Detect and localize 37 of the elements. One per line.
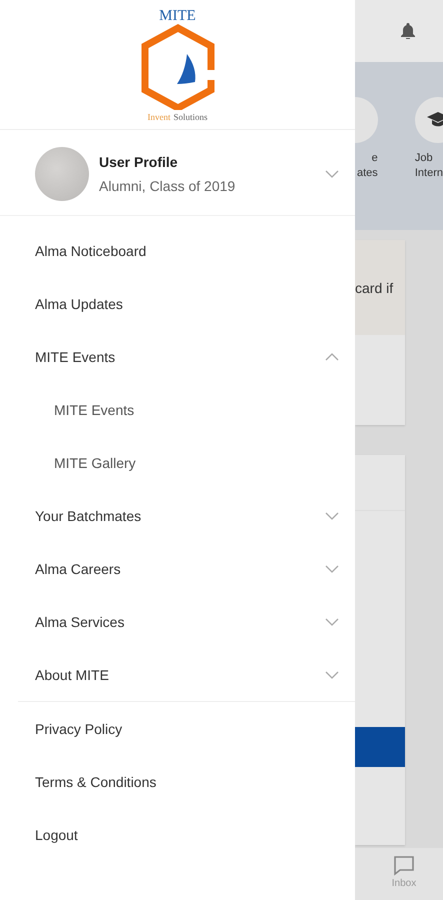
menu-item[interactable]: Privacy Policy <box>0 702 355 755</box>
menu-item[interactable]: About MITE <box>0 648 355 701</box>
logo-tagline: Solutions <box>173 112 208 122</box>
menu-item[interactable]: MITE Events <box>0 330 355 383</box>
submenu-item[interactable]: MITE Gallery <box>0 436 355 489</box>
menu-item[interactable]: Alma Updates <box>0 277 355 330</box>
chevron-down-icon <box>325 618 339 626</box>
logo-icon <box>138 24 216 110</box>
nav-label: Inbox <box>392 878 416 889</box>
shortcut-label: Job <box>414 151 433 166</box>
bell-icon[interactable] <box>401 23 415 39</box>
shortcut[interactable]: Job Intern <box>414 97 443 230</box>
card-text: card if <box>355 280 394 296</box>
logo-tagline: Invent <box>147 112 170 122</box>
shortcut-label: ates <box>357 166 378 181</box>
menu-item[interactable]: Alma Services <box>0 595 355 648</box>
shortcut[interactable]: e ates <box>357 97 378 230</box>
shortcut-label: e <box>372 151 378 166</box>
profile-name: User Profile <box>99 154 179 170</box>
profile-subtitle: Alumni, Class of 2019 <box>99 178 236 194</box>
menu-item[interactable]: Terms & Conditions <box>0 755 355 808</box>
menu-item[interactable]: Your Batchmates <box>0 489 355 542</box>
menu-item[interactable]: Alma Careers <box>0 542 355 595</box>
menu-item[interactable]: Logout <box>0 808 355 861</box>
avatar <box>35 147 89 201</box>
chevron-down-icon <box>325 564 339 572</box>
profile-header[interactable]: User Profile Alumni, Class of 2019 <box>0 130 355 216</box>
graduation-cap-icon <box>426 112 443 128</box>
submenu-item[interactable]: MITE Events <box>0 383 355 436</box>
menu-item[interactable]: Alma Noticeboard <box>0 224 355 277</box>
chevron-up-icon <box>325 352 339 360</box>
chevron-down-icon <box>325 670 339 678</box>
chevron-down-icon <box>325 512 339 520</box>
shortcut-label: Intern <box>414 166 443 181</box>
logo-title: MITE <box>159 8 196 24</box>
chat-bubble-icon[interactable] <box>392 854 416 878</box>
chevron-down-icon <box>325 170 339 178</box>
